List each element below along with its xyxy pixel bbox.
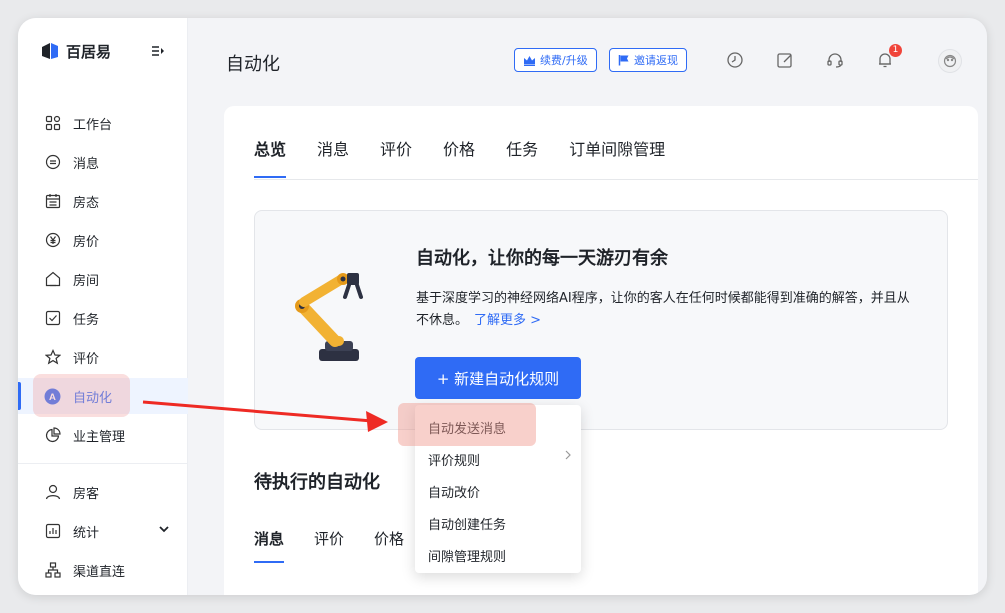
app-window: 百居易 工作台 消息 房态 房价 房间 任务 评价 A 自动化 业主管理 房客 … [18,18,987,595]
robot-arm-icon [287,271,387,371]
avatar[interactable] [938,49,962,73]
sidebar-item-label: 房态 [73,195,100,211]
pending-tab-reviews[interactable]: 评价 [314,528,344,549]
pending-automation-title: 待执行的自动化 [254,472,380,493]
tab-price[interactable]: 价格 [443,136,475,166]
tab-messages[interactable]: 消息 [317,136,349,166]
tab-reviews[interactable]: 评价 [380,136,412,166]
calendar-icon [44,193,61,210]
menu-item-auto-price-change[interactable]: 自动改价 [415,475,581,507]
sidebar-item-channel-connect[interactable]: 渠道直连 [18,552,188,588]
sidebar-item-automation[interactable]: A 自动化 [18,378,188,414]
tabs-divider [254,179,978,180]
edit-icon[interactable] [776,51,794,69]
sidebar-item-label: 工作台 [73,117,113,133]
invite-cashback-button[interactable]: 邀请返现 [609,48,687,72]
main-card: 总览 消息 评价 价格 任务 订单间隙管理 自动化，让你的每一天游刃有余 基于深… [224,106,978,595]
sidebar-item-label: 房客 [73,486,100,502]
bar-icon [44,523,61,540]
sidebar-item-owner-management[interactable]: 业主管理 [18,417,188,453]
tab-overview[interactable]: 总览 [254,136,287,178]
sidebar-divider [18,463,188,464]
sidebar-item-label: 业主管理 [73,429,126,445]
sidebar-item-room-price[interactable]: 房价 [18,222,188,258]
page-title: 自动化 [226,54,280,75]
star-icon [44,349,61,366]
crown-icon [523,55,536,66]
renew-upgrade-button[interactable]: 续费/升级 [514,48,597,72]
pending-tabs: 消息 评价 价格 [254,528,434,563]
logo-icon [40,41,60,61]
brand-name: 百居易 [66,42,112,61]
notification-badge: 1 [889,44,902,57]
menu-item-gap-management-rules[interactable]: 间隙管理规则 [415,539,581,571]
sidebar-item-label: 统计 [73,525,100,541]
sidebar-item-label: 消息 [73,156,100,172]
chevron-down-icon [158,523,170,539]
flag-icon [618,54,630,66]
sidebar-item-reviews[interactable]: 评价 [18,339,188,375]
sidebar-item-label: 渠道直连 [73,564,126,580]
pending-tab-price[interactable]: 价格 [374,528,404,549]
sidebar-item-rooms[interactable]: 房间 [18,261,188,297]
promo-description: 基于深度学习的神经网络AI程序，让你的客人在任何时候都能得到准确的解答，并且从不… [416,288,916,332]
menu-item-highlight [398,403,536,446]
tab-tasks[interactable]: 任务 [506,136,538,166]
renew-upgrade-label: 续费/升级 [540,54,588,67]
sidebar-item-label: 房间 [73,273,100,289]
sidebar-item-label: 自动化 [73,390,113,406]
headset-icon[interactable] [826,51,844,69]
automation-icon: A [44,388,61,405]
checkbox-icon [44,310,61,327]
pending-tab-messages[interactable]: 消息 [254,528,285,563]
menu-item-auto-create-task[interactable]: 自动创建任务 [415,507,581,539]
menu-item-review-rules[interactable]: 评价规则 [415,443,581,475]
sidebar-item-workbench[interactable]: 工作台 [18,105,188,141]
sidebar-item-label: 评价 [73,351,100,367]
chat-icon [44,154,61,171]
pie-icon [44,427,61,444]
sidebar-item-label: 任务 [73,312,100,328]
learn-more-link[interactable]: 了解更多 > [474,313,541,328]
network-icon [44,562,61,579]
sidebar-item-tasks[interactable]: 任务 [18,300,188,336]
main-tabs: 总览 消息 评价 价格 任务 订单间隙管理 [254,136,696,178]
promo-title: 自动化，让你的每一天游刃有余 [416,248,668,269]
sidebar: 百居易 工作台 消息 房态 房价 房间 任务 评价 A 自动化 业主管理 房客 … [18,18,188,595]
chevron-right-icon [564,445,572,464]
new-automation-rule-button[interactable]: + 新建自动化规则 [415,357,581,399]
yuan-icon [44,232,61,249]
sidebar-item-statistics[interactable]: 统计 [18,513,188,549]
promo-panel: 自动化，让你的每一天游刃有余 基于深度学习的神经网络AI程序，让你的客人在任何时… [254,210,948,430]
svg-text:A: A [49,392,56,403]
user-icon [44,484,61,501]
grid-icon [44,115,61,132]
tab-order-gap-management[interactable]: 订单间隙管理 [569,136,665,166]
sidebar-item-room-status[interactable]: 房态 [18,183,188,219]
clock-icon[interactable] [726,51,744,69]
invite-cashback-label: 邀请返现 [634,54,678,67]
sidebar-item-messages[interactable]: 消息 [18,144,188,180]
collapse-sidebar-icon[interactable] [150,43,166,59]
sidebar-item-guests[interactable]: 房客 [18,474,188,510]
house-icon [44,271,61,288]
sidebar-item-label: 房价 [73,234,100,250]
brand[interactable]: 百居易 [40,40,111,62]
